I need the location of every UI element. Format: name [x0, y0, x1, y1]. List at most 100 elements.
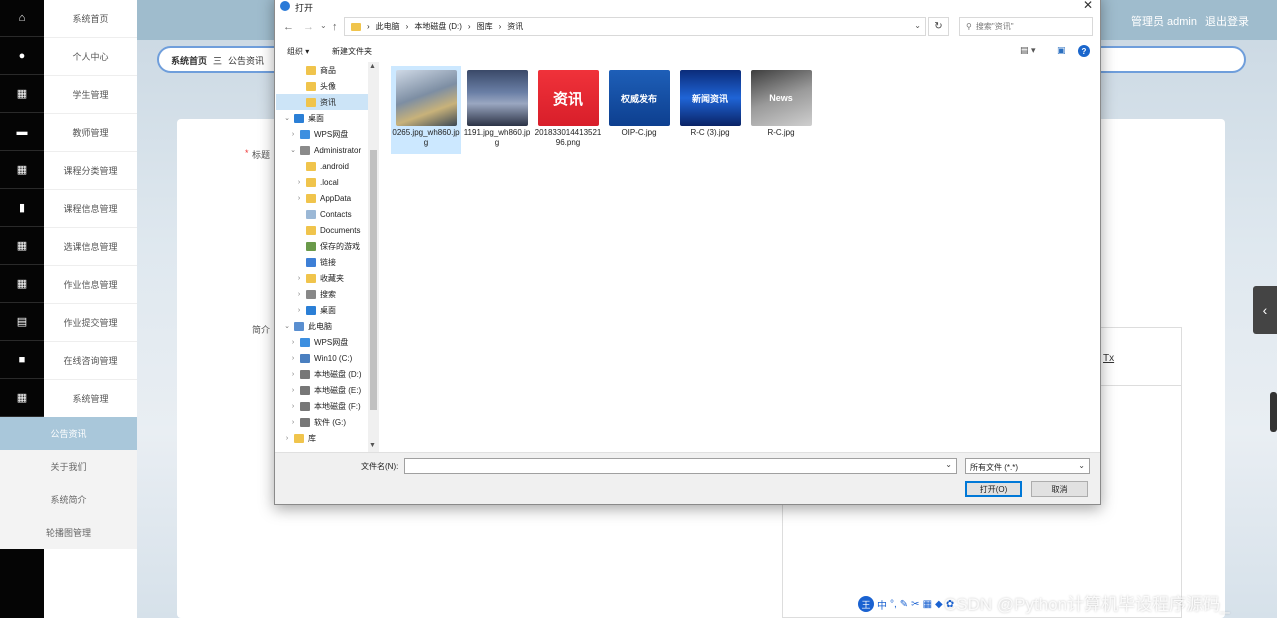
organize-button[interactable]: 组织 ▾	[287, 46, 309, 57]
ime-mode[interactable]: 中	[877, 597, 887, 612]
open-button[interactable]: 打开(O)	[965, 481, 1022, 497]
ime-toolbar[interactable]: 王 中 °, ✎ ✂ ▦ ◆ ✿	[855, 595, 958, 613]
tree-item[interactable]: › 收藏夹	[276, 270, 368, 286]
tree-item[interactable]: ⌄ Administrator	[276, 142, 368, 158]
sidebar-subitem[interactable]: 公告资讯	[0, 417, 137, 450]
refresh-button[interactable]: ↻	[928, 17, 949, 36]
clear-format-icon[interactable]: Tx	[1103, 353, 1114, 364]
back-arrow-icon[interactable]: ←	[283, 21, 294, 33]
new-folder-button[interactable]: 新建文件夹	[332, 46, 372, 57]
help-icon[interactable]: ?	[1078, 45, 1090, 57]
close-icon[interactable]: ✕	[1080, 0, 1096, 13]
expand-chevron-icon[interactable]: ⌄	[290, 146, 296, 154]
sidebar-subitem[interactable]: 关于我们	[0, 450, 137, 483]
tree-item[interactable]: Contacts	[276, 206, 368, 222]
rail-cell[interactable]: ●	[0, 38, 44, 75]
sidebar-item[interactable]: 作业信息管理	[44, 266, 137, 304]
ime-skin-icon[interactable]: ◆	[935, 599, 943, 610]
cancel-button[interactable]: 取消	[1031, 481, 1088, 497]
expand-chevron-icon[interactable]: ⌄	[284, 322, 290, 330]
rail-cell[interactable]: ▦	[0, 76, 44, 113]
tree-item[interactable]: 商品	[276, 62, 368, 78]
tree-item[interactable]: ⌄ 此电脑	[276, 318, 368, 334]
expand-chevron-icon[interactable]: ›	[290, 387, 296, 394]
address-dropdown-icon[interactable]: ⌄	[914, 21, 921, 30]
preview-pane-icon[interactable]: ▣	[1057, 45, 1066, 56]
rail-cell[interactable]: ▦	[0, 266, 44, 303]
expand-chevron-icon[interactable]: ›	[284, 435, 290, 442]
tree-item[interactable]: .android	[276, 158, 368, 174]
filename-dropdown-icon[interactable]: ⌄	[945, 460, 952, 469]
scrollbar-thumb[interactable]	[370, 150, 377, 410]
address-bar[interactable]: › 此电脑 › 本地磁盘 (D:) › 图库 › 资讯 ⌄	[344, 17, 926, 36]
tree-item[interactable]: 链接	[276, 254, 368, 270]
rail-cell[interactable]: ▤	[0, 304, 44, 341]
rail-cell[interactable]: ⌂	[0, 0, 44, 37]
sidebar-item[interactable]: 个人中心	[44, 38, 137, 76]
tree-item[interactable]: › 软件 (G:)	[276, 414, 368, 430]
tree-item[interactable]: 资讯	[276, 94, 368, 110]
ime-pen-icon[interactable]: ✎	[900, 599, 908, 610]
file-item[interactable]: 1191.jpg_wh860.jpg	[462, 66, 532, 154]
side-collapse-tab[interactable]: ‹	[1253, 286, 1277, 334]
tree-item[interactable]: › .local	[276, 174, 368, 190]
tree-item[interactable]: ⌄ 桌面	[276, 110, 368, 126]
logout-link[interactable]: 退出登录	[1205, 13, 1249, 29]
filetype-dropdown-icon[interactable]: ⌄	[1078, 461, 1085, 470]
search-input[interactable]: ⚲ 搜索"资讯"	[959, 17, 1093, 36]
tree-item[interactable]: › WPS网盘	[276, 334, 368, 350]
sidebar-subitem[interactable]: 系统简介	[0, 483, 137, 516]
tree-item[interactable]: › 搜索	[276, 286, 368, 302]
expand-chevron-icon[interactable]: ›	[296, 195, 302, 202]
sidebar-item[interactable]: 在线咨询管理	[44, 342, 137, 380]
expand-chevron-icon[interactable]: ›	[290, 371, 296, 378]
expand-chevron-icon[interactable]: ›	[296, 179, 302, 186]
tree-item[interactable]: › 本地磁盘 (F:)	[276, 398, 368, 414]
sidebar-item[interactable]: 教师管理	[44, 114, 137, 152]
path-segment[interactable]: 资讯	[507, 21, 523, 32]
tree-item[interactable]: › 本地磁盘 (E:)	[276, 382, 368, 398]
tree-item[interactable]: › WPS网盘	[276, 126, 368, 142]
sidebar-item[interactable]: 系统管理	[44, 380, 137, 418]
tree-item[interactable]: › 本地磁盘 (D:)	[276, 366, 368, 382]
sidebar-item[interactable]: 学生管理	[44, 76, 137, 114]
sidebar-item[interactable]: 选课信息管理	[44, 228, 137, 266]
sidebar-item[interactable]: 作业提交管理	[44, 304, 137, 342]
up-arrow-icon[interactable]: ↑	[332, 21, 338, 33]
expand-chevron-icon[interactable]: ›	[290, 355, 296, 362]
tree-item[interactable]: › Win10 (C:)	[276, 350, 368, 366]
tree-item[interactable]: › 库	[276, 430, 368, 446]
sidebar-item[interactable]: 课程分类管理	[44, 152, 137, 190]
tree-item[interactable]: › 桌面	[276, 302, 368, 318]
ime-keyboard-icon[interactable]: ▦	[923, 599, 932, 610]
tree-item[interactable]: 保存的游戏	[276, 238, 368, 254]
expand-chevron-icon[interactable]: ⌄	[284, 114, 290, 122]
view-mode-icon[interactable]: ▤ ▾	[1020, 45, 1036, 56]
path-segment[interactable]: 此电脑	[376, 21, 400, 32]
breadcrumb-home[interactable]: 系统首页	[171, 54, 207, 67]
expand-chevron-icon[interactable]: ›	[290, 403, 296, 410]
file-item[interactable]: 0265.jpg_wh860.jpg	[391, 66, 461, 154]
expand-chevron-icon[interactable]: ›	[290, 339, 296, 346]
expand-chevron-icon[interactable]: ›	[290, 419, 296, 426]
filename-input[interactable]: ⌄	[404, 458, 957, 474]
rail-cell[interactable]: ▦	[0, 152, 44, 189]
expand-chevron-icon[interactable]: ›	[296, 307, 302, 314]
scroll-up-icon[interactable]: ▲	[369, 63, 376, 70]
tree-scrollbar[interactable]: ▲ ▼	[368, 62, 379, 452]
rail-cell[interactable]: ▮	[0, 190, 44, 227]
file-item[interactable]: 资讯 20183301441352196.png	[533, 66, 603, 154]
sidebar-subitem[interactable]: 轮播图管理	[0, 516, 137, 549]
sidebar-item[interactable]: 课程信息管理	[44, 190, 137, 228]
tree-item[interactable]: 头像	[276, 78, 368, 94]
tree-item[interactable]: Documents	[276, 222, 368, 238]
rail-cell[interactable]: ▬	[0, 114, 44, 151]
rail-cell[interactable]: ▦	[0, 228, 44, 265]
expand-chevron-icon[interactable]: ›	[296, 291, 302, 298]
ime-punct-icon[interactable]: °,	[890, 599, 897, 610]
file-item[interactable]: 权威发布 OIP-C.jpg	[604, 66, 674, 154]
rail-cell[interactable]: ■	[0, 342, 44, 379]
history-dropdown-icon[interactable]: ⌄	[320, 21, 327, 30]
filetype-select[interactable]: 所有文件 (*.*) ⌄	[965, 458, 1090, 474]
rail-cell[interactable]: ▦	[0, 380, 44, 417]
